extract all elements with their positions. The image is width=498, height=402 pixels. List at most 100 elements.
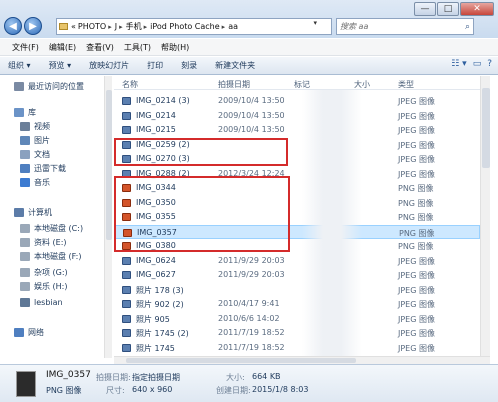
file-row[interactable]: 照片 178 (3) JPEG 图像	[114, 283, 480, 297]
help-icon[interactable]: ?	[487, 59, 492, 69]
chevron-right-icon[interactable]: ▸	[108, 23, 112, 31]
sidebar-item[interactable]: 杂项 (G:)	[20, 266, 68, 279]
sidebar-item[interactable]: 库	[14, 106, 36, 119]
folder-icon	[14, 328, 24, 337]
file-date: 2010/4/17 9:41	[218, 299, 280, 308]
horizontal-scrollbar[interactable]	[114, 356, 490, 364]
file-row[interactable]: IMG_0214 2009/10/4 13:50 JPEG 图像	[114, 109, 480, 123]
folder-icon	[20, 268, 30, 277]
chevron-right-icon[interactable]: ▸	[119, 23, 123, 31]
sidebar-item[interactable]: lesbian	[20, 296, 63, 309]
column-date[interactable]: 拍摄日期	[218, 79, 250, 90]
file-type: JPEG 图像	[398, 343, 435, 353]
new-folder-button[interactable]: 新建文件夹	[215, 60, 255, 71]
scrollbar-thumb[interactable]	[482, 88, 490, 168]
file-type: PNG 图像	[399, 228, 435, 238]
sidebar-item[interactable]: 迅雷下载	[20, 162, 66, 175]
burn-button[interactable]: 刻录	[181, 60, 197, 71]
file-row[interactable]: 照片 1745 (2) 2011/7/19 18:52 JPEG 图像	[114, 326, 480, 340]
file-row[interactable]: IMG_0214 (3) 2009/10/4 13:50 JPEG 图像	[114, 94, 480, 108]
breadcrumb-phone[interactable]: 手机	[126, 21, 142, 32]
preview-button[interactable]: 预览 ▾	[49, 60, 72, 71]
sidebar-item[interactable]: 音乐	[20, 176, 50, 189]
slideshow-button[interactable]: 放映幻灯片	[89, 60, 129, 71]
menu-edit[interactable]: 编辑(E)	[49, 42, 76, 53]
breadcrumb-j[interactable]: J	[115, 22, 117, 31]
sidebar-item-label: 本地磁盘 (F:)	[34, 252, 82, 261]
file-name: IMG_0627	[136, 270, 176, 279]
breadcrumb-aa[interactable]: aa	[228, 22, 238, 31]
sidebar-item[interactable]: 娱乐 (H:)	[20, 280, 68, 293]
forward-button[interactable]: ▶	[24, 17, 42, 35]
minimize-button[interactable]: —	[414, 2, 436, 16]
navigation-pane: 最近访问的位置库视频 图片 文档 迅雷下载音乐计算机本地磁盘 (C:) 资料 (E:) 本…	[0, 76, 106, 362]
menu-help[interactable]: 帮助(H)	[161, 42, 189, 53]
file-row[interactable]: 照片 905 2010/6/6 14:02 JPEG 图像	[114, 312, 480, 326]
print-button[interactable]: 打印	[147, 60, 163, 71]
breadcrumb-overflow[interactable]: «	[71, 22, 76, 31]
window-controls: — □ ✕	[414, 2, 494, 16]
sidebar-item[interactable]: 资料 (E:)	[20, 236, 67, 249]
sidebar-item[interactable]: 文档	[20, 148, 50, 161]
sidebar-item-label: 资料 (E:)	[34, 238, 67, 247]
jpeg-file-icon	[122, 97, 131, 105]
address-bar[interactable]: « PHOTO ▸ J ▸ 手机 ▸ iPod Photo Cache ▸ aa…	[56, 18, 332, 35]
navigation-scrollbar[interactable]	[104, 76, 112, 358]
sidebar-item[interactable]: 视频	[20, 120, 50, 133]
chevron-right-icon[interactable]: ▸	[222, 23, 226, 31]
back-button[interactable]: ◀	[4, 17, 22, 35]
folder-icon	[14, 82, 24, 91]
file-type: JPEG 图像	[398, 155, 435, 164]
sidebar-item-label: 娱乐 (H:)	[34, 282, 68, 291]
search-icon[interactable]: ⌕	[465, 20, 470, 35]
details-file-name: IMG_0357	[46, 370, 91, 380]
file-row[interactable]: 照片 902 (2) 2010/4/17 9:41 JPEG 图像	[114, 297, 480, 311]
sidebar-item[interactable]: 本地磁盘 (C:)	[20, 222, 83, 235]
details-date-value[interactable]: 指定拍摄日期	[132, 372, 180, 383]
menu-view[interactable]: 查看(V)	[86, 42, 114, 53]
search-input[interactable]: 搜索 aa ⌕	[336, 18, 474, 35]
jpeg-file-icon	[122, 343, 131, 352]
breadcrumb-photo[interactable]: PHOTO	[78, 22, 106, 31]
file-type: JPEG 图像	[398, 126, 435, 135]
breadcrumb-ipod-cache[interactable]: iPod Photo Cache	[150, 22, 220, 31]
chevron-right-icon[interactable]: ▸	[144, 23, 148, 31]
sidebar-item[interactable]: 网络	[14, 326, 44, 339]
sidebar-item[interactable]: 图片	[20, 134, 50, 147]
chevron-down-icon[interactable]: ▾	[313, 19, 317, 27]
file-row[interactable]: 照片 1745 2011/7/19 18:52 JPEG 图像	[114, 341, 480, 355]
column-name[interactable]: 名称	[122, 79, 138, 90]
file-row[interactable]: IMG_0624 2011/9/29 20:03 JPEG 图像	[114, 254, 480, 268]
file-name: 照片 1745 (2)	[136, 329, 189, 338]
close-button[interactable]: ✕	[460, 2, 494, 16]
preview-pane-icon[interactable]: ▭	[473, 59, 482, 69]
jpeg-file-icon	[122, 111, 131, 120]
sidebar-item[interactable]: 本地磁盘 (F:)	[20, 250, 81, 263]
organize-button[interactable]: 组织 ▾	[8, 60, 31, 71]
details-pane: IMG_0357 PNG 图像 拍摄日期: 指定拍摄日期 尺寸: 640 x 9…	[0, 364, 498, 402]
column-size[interactable]: 大小	[354, 79, 370, 90]
sidebar-item[interactable]: 计算机	[14, 206, 52, 219]
scrollbar-thumb[interactable]	[126, 358, 356, 363]
maximize-button[interactable]: □	[437, 2, 459, 16]
scrollbar-thumb[interactable]	[106, 90, 112, 240]
sidebar-item[interactable]: 最近访问的位置	[14, 80, 84, 93]
file-row[interactable]: IMG_0627 2011/9/29 20:03 JPEG 图像	[114, 268, 480, 282]
file-row[interactable]: IMG_0215 2009/10/4 13:50 JPEG 图像	[114, 123, 480, 137]
file-type: JPEG 图像	[398, 329, 435, 338]
file-type: JPEG 图像	[398, 285, 435, 295]
file-list-scrollbar[interactable]	[480, 76, 490, 358]
column-tags[interactable]: 标记	[294, 79, 310, 90]
file-date: 2009/10/4 13:50	[218, 110, 285, 120]
file-date: 2009/10/4 13:50	[218, 125, 285, 134]
sidebar-item-label: 音乐	[34, 178, 50, 187]
view-options-icon[interactable]: ☷ ▾	[451, 59, 466, 69]
file-name: 照片 902 (2)	[136, 300, 184, 309]
highlight-box	[114, 176, 290, 252]
column-type[interactable]: 类型	[398, 79, 414, 90]
jpeg-file-icon	[122, 126, 131, 134]
menu-tools[interactable]: 工具(T)	[124, 42, 151, 53]
details-created-label: 创建日期:	[216, 386, 251, 395]
folder-icon	[20, 282, 30, 291]
menu-file[interactable]: 文件(F)	[12, 42, 39, 53]
